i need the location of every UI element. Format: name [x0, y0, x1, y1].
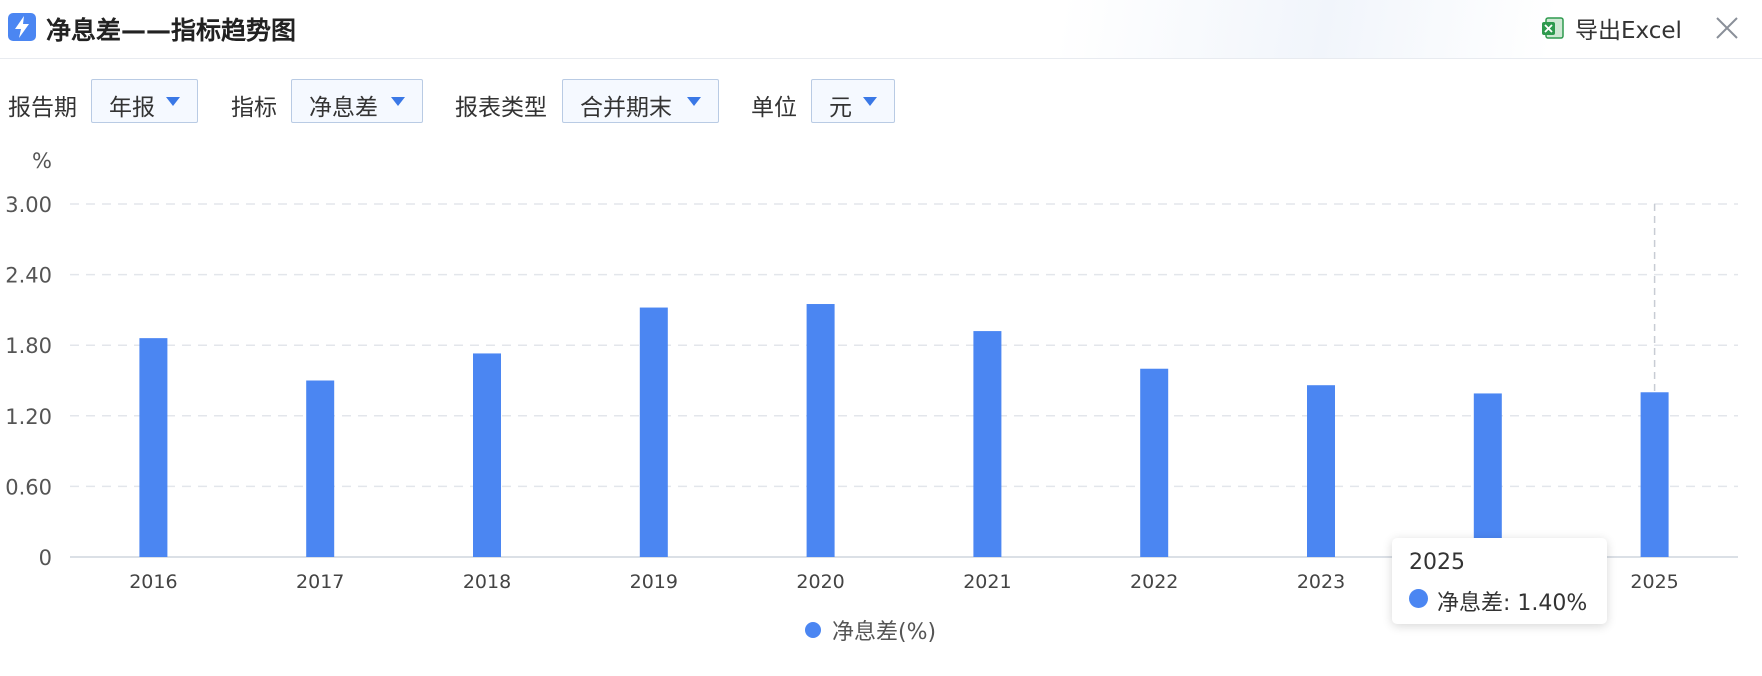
statement-type-label: 报表类型	[455, 95, 547, 121]
indicator-value: 净息差	[309, 95, 378, 121]
x-tick-label: 2020	[796, 571, 844, 593]
y-tick-label: 2.40	[5, 264, 52, 288]
bar	[139, 338, 168, 557]
dialog-header: 净息差——指标趋势图 导出Excel	[0, 0, 1762, 59]
caret-down-icon	[863, 97, 877, 106]
x-tick-label: 2019	[630, 571, 678, 593]
y-tick-label: 3.00	[5, 193, 52, 217]
x-tick-label: 2025	[1630, 571, 1678, 593]
x-tick-label: 2016	[129, 571, 177, 593]
unit-select[interactable]: 元	[811, 79, 895, 123]
period-label: 报告期	[8, 95, 77, 121]
tooltip-value: 净息差: 1.40%	[1437, 591, 1588, 616]
caret-down-icon	[166, 97, 180, 106]
y-tick-label: 1.80	[5, 334, 52, 358]
x-tick-label: 2023	[1297, 571, 1345, 593]
indicator-select[interactable]: 净息差	[291, 79, 423, 123]
y-tick-label: 0	[39, 546, 52, 570]
legend-marker-icon	[805, 622, 821, 638]
x-tick-label: 2022	[1130, 571, 1178, 593]
statement-type-select[interactable]: 合并期末	[562, 79, 719, 123]
x-tick-label: 2017	[296, 571, 344, 593]
excel-icon	[1541, 16, 1565, 40]
series-marker-icon	[1409, 589, 1428, 608]
period-value: 年报	[109, 95, 155, 121]
bar	[1140, 368, 1169, 557]
chart-legend[interactable]: 净息差(%)	[805, 615, 936, 645]
period-select[interactable]: 年报	[91, 79, 198, 123]
caret-down-icon	[391, 97, 405, 106]
tooltip-year: 2025	[1409, 550, 1465, 575]
export-excel-button[interactable]: 导出Excel	[1541, 12, 1682, 44]
filter-bar: 报告期 年报 指标 净息差 报表类型 合并期末 单位 元	[0, 78, 1762, 126]
x-tick-label: 2021	[963, 571, 1011, 593]
bar	[1473, 393, 1502, 557]
page-title: 净息差——指标趋势图	[46, 16, 297, 45]
x-tick-label: 2018	[463, 571, 511, 593]
unit-label: 单位	[751, 95, 797, 121]
bar	[306, 380, 335, 557]
y-tick-label: 0.60	[5, 475, 52, 499]
bar	[1307, 385, 1335, 557]
legend-label: 净息差(%)	[832, 620, 937, 645]
close-icon[interactable]	[1714, 15, 1740, 41]
bar	[473, 353, 501, 557]
unit-value: 元	[829, 95, 852, 121]
bar	[806, 304, 835, 557]
y-tick-label: 1.20	[5, 405, 52, 429]
bar	[1640, 392, 1669, 557]
chart-tooltip: 2025 净息差: 1.40%	[1392, 538, 1607, 624]
bar	[973, 331, 1002, 557]
indicator-label: 指标	[231, 95, 277, 121]
statement-type-value: 合并期末	[580, 95, 672, 121]
caret-down-icon	[687, 97, 701, 106]
export-label: 导出Excel	[1575, 18, 1682, 44]
bolt-icon	[8, 13, 36, 41]
y-axis-unit-label: %	[32, 149, 52, 173]
bar	[639, 307, 668, 557]
